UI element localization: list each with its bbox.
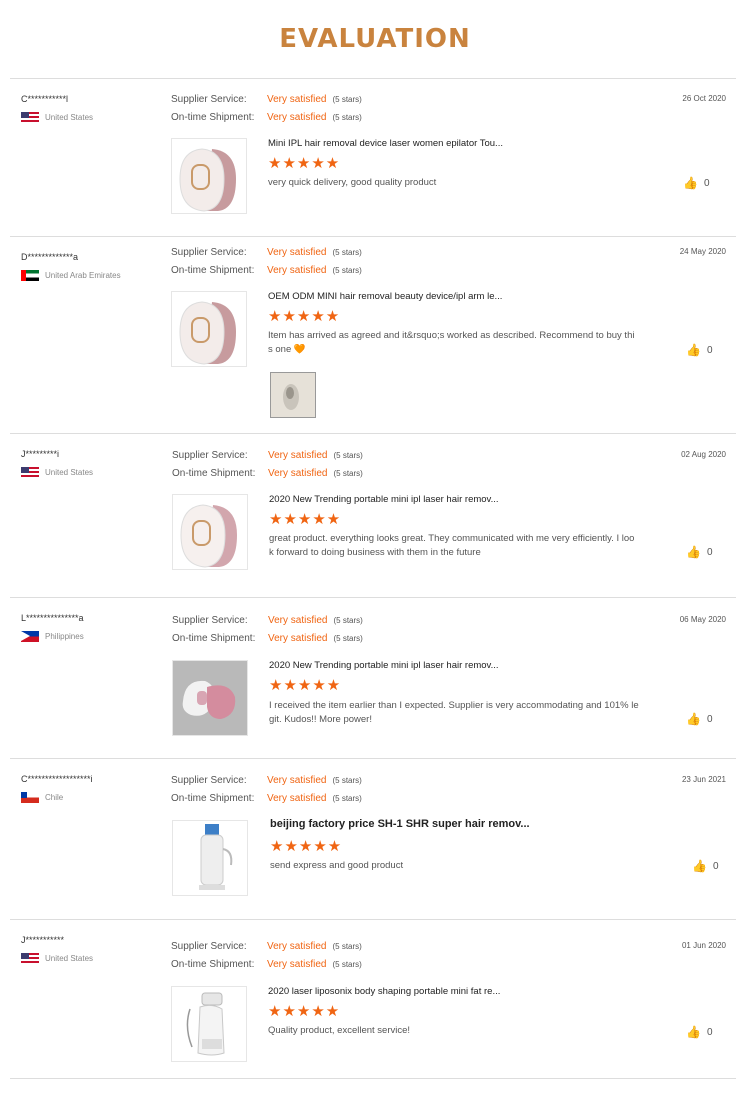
like-button[interactable]: 👍 0 — [692, 859, 719, 873]
rating-stars: ★★★★★ — [268, 308, 341, 325]
review-item: J*********** United States Supplier Serv… — [10, 920, 736, 1079]
supplier-service-row: Supplier Service: Very satisfied (5 stars) — [171, 775, 362, 786]
shipment-row: On-time Shipment: Very satisfied (5 stars) — [171, 793, 362, 804]
product-image[interactable] — [171, 138, 247, 214]
review-item: J*********i United States Supplier Servi… — [10, 434, 736, 598]
like-button[interactable]: 👍 0 — [686, 545, 713, 559]
supplier-service-row: Supplier Service: Very satisfied (5 stars) — [171, 941, 362, 952]
thumbs-up-icon: 👍 — [686, 545, 701, 559]
like-button[interactable]: 👍 0 — [683, 176, 710, 190]
product-link[interactable]: 2020 laser liposonix body shaping portab… — [268, 986, 500, 997]
thumbs-up-icon: 👍 — [686, 712, 701, 726]
thumbs-up-icon: 👍 — [686, 343, 701, 357]
review-photo[interactable] — [270, 372, 316, 418]
product-link[interactable]: Mini IPL hair removal device laser women… — [268, 138, 503, 149]
reviewer-name: D*************a — [21, 252, 79, 262]
product-image[interactable] — [172, 660, 248, 736]
philippines-flag-icon — [21, 631, 39, 642]
reviewer-country: Philippines — [21, 631, 84, 642]
shipment-row: On-time Shipment: Very satisfied (5 stars) — [172, 468, 363, 479]
review-comment: very quick delivery, good quality produc… — [268, 177, 437, 188]
chile-flag-icon — [21, 792, 39, 803]
like-button[interactable]: 👍 0 — [686, 1025, 713, 1039]
rating-stars: ★★★★★ — [269, 511, 342, 528]
thumbs-up-icon: 👍 — [686, 1025, 701, 1039]
page-title: EVALUATION — [279, 24, 471, 54]
product-link[interactable]: 2020 New Trending portable mini ipl lase… — [269, 660, 499, 671]
uae-flag-icon — [21, 270, 39, 281]
supplier-service-row: Supplier Service: Very satisfied (5 stars) — [172, 450, 363, 461]
reviewer-country: United States — [21, 112, 93, 123]
us-flag-icon — [21, 467, 39, 478]
rating-stars: ★★★★★ — [268, 155, 341, 172]
thumbs-up-icon: 👍 — [692, 859, 707, 873]
review-item: D*************a United Arab Emirates Sup… — [10, 237, 736, 434]
review-item: C******************i Chile Supplier Serv… — [10, 759, 736, 920]
us-flag-icon — [21, 953, 39, 964]
review-item: C***********l United States Supplier Ser… — [10, 79, 736, 237]
product-image[interactable] — [171, 291, 247, 367]
product-image[interactable] — [172, 820, 248, 896]
reviewer-country: United Arab Emirates — [21, 270, 121, 281]
review-comment: send express and good product — [270, 860, 404, 871]
review-date: 06 May 2020 — [679, 615, 726, 624]
product-link[interactable]: OEM ODM MINI hair removal beauty device/… — [268, 291, 502, 302]
review-comment: Quality product, excellent service! — [268, 1025, 411, 1036]
product-link[interactable]: beijing factory price SH-1 SHR super hai… — [270, 818, 530, 830]
review-comment: great product. everything looks great. T… — [269, 533, 635, 558]
review-date: 01 Jun 2020 — [681, 941, 726, 950]
thumbs-up-icon: 👍 — [683, 176, 698, 190]
review-date: 26 Oct 2020 — [682, 94, 726, 103]
review-date: 02 Aug 2020 — [681, 450, 726, 459]
reviewer-country: United States — [21, 467, 93, 478]
reviewer-name: C***********l — [21, 94, 69, 104]
review-date: 23 Jun 2021 — [681, 775, 726, 784]
shipment-row: On-time Shipment: Very satisfied (5 stars) — [171, 265, 362, 276]
shipment-row: On-time Shipment: Very satisfied (5 stars) — [171, 112, 362, 123]
like-button[interactable]: 👍 0 — [686, 343, 713, 357]
review-comment: Item has arrived as agreed and it&rsquo;… — [268, 330, 635, 355]
review-item: L***************a Philippines Supplier S… — [10, 598, 736, 759]
review-date: 24 May 2020 — [679, 247, 726, 256]
like-button[interactable]: 👍 0 — [686, 712, 713, 726]
review-comment: I received the item earlier than I expec… — [269, 700, 639, 725]
product-link[interactable]: 2020 New Trending portable mini ipl lase… — [269, 494, 499, 505]
shipment-row: On-time Shipment: Very satisfied (5 stars) — [172, 633, 363, 644]
reviewer-name: L***************a — [21, 613, 84, 623]
reviewer-country: Chile — [21, 792, 63, 803]
product-image[interactable] — [171, 986, 247, 1062]
supplier-service-row: Supplier Service: Very satisfied (5 stars) — [172, 615, 363, 626]
product-image[interactable] — [172, 494, 248, 570]
rating-stars: ★★★★★ — [268, 1003, 341, 1020]
rating-stars: ★★★★★ — [270, 838, 343, 855]
rating-stars: ★★★★★ — [269, 677, 342, 694]
supplier-service-row: Supplier Service: Very satisfied (5 stars) — [171, 94, 362, 105]
supplier-service-row: Supplier Service: Very satisfied (5 stars) — [171, 247, 362, 258]
reviewer-name: J*********i — [21, 449, 60, 459]
us-flag-icon — [21, 112, 39, 123]
divider — [10, 1078, 736, 1079]
reviewer-name: J*********** — [21, 935, 65, 945]
shipment-row: On-time Shipment: Very satisfied (5 stars) — [171, 959, 362, 970]
reviewer-country: United States — [21, 953, 93, 964]
reviewer-name: C******************i — [21, 774, 93, 784]
